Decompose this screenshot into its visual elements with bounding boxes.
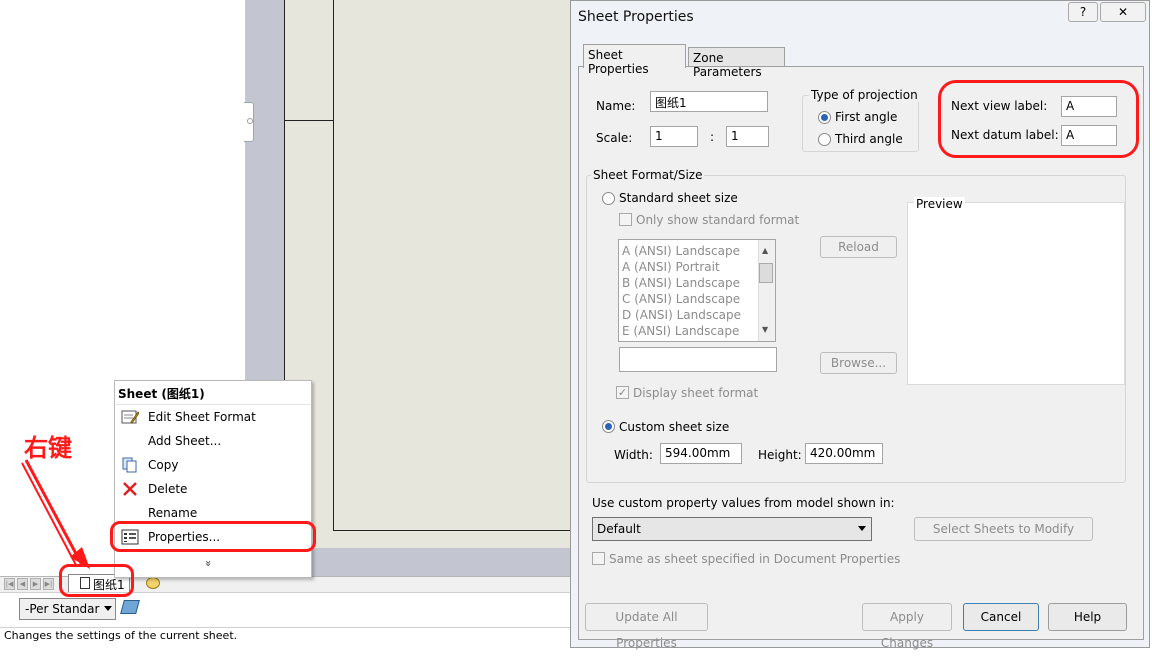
preview-area — [907, 202, 1125, 385]
delete-icon — [123, 482, 137, 496]
width-field[interactable]: 594.00mm — [660, 443, 742, 464]
apply-changes-button[interactable]: Apply Changes — [862, 603, 952, 650]
menu-item-rename[interactable]: Rename — [148, 506, 197, 520]
scroll-thumb[interactable] — [759, 263, 773, 283]
height-label: Height: — [758, 448, 802, 462]
same-as-doc-checkbox[interactable] — [592, 552, 605, 565]
display-format-checkbox[interactable]: ✓ — [616, 386, 629, 399]
update-all-button[interactable]: Update All Properties — [585, 603, 708, 650]
scale-select-value: -Per Standar — [25, 602, 100, 616]
select-sheets-button[interactable]: Select Sheets to Modify — [914, 517, 1093, 541]
chevron-down-icon — [858, 526, 866, 531]
status-text: Changes the settings of the current shee… — [4, 629, 238, 642]
projection-group-label: Type of projection — [809, 88, 920, 102]
custom-size-radio[interactable] — [602, 420, 615, 433]
scroll-up-icon[interactable]: ▲ — [762, 246, 768, 255]
only-standard-checkbox[interactable] — [619, 213, 632, 226]
copy-icon — [122, 457, 137, 473]
expand-menu-icon[interactable]: » — [202, 560, 215, 567]
list-item[interactable]: A (ANSI) Portrait — [622, 260, 720, 274]
scale-select[interactable]: -Per Standar — [19, 598, 116, 620]
cancel-button[interactable]: Cancel — [963, 603, 1039, 631]
reload-button[interactable]: Reload — [820, 236, 897, 258]
first-angle-label: First angle — [835, 110, 898, 124]
scale-separator: : — [710, 130, 715, 144]
edit-sheet-format-icon — [121, 410, 139, 424]
menu-item-copy[interactable]: Copy — [148, 458, 178, 472]
sheet-format-group-label: Sheet Format/Size — [591, 168, 705, 182]
chevron-down-icon — [104, 606, 112, 611]
tab-zone-parameters[interactable]: Zone Parameters — [688, 47, 785, 79]
splitter-grip-icon — [247, 118, 253, 124]
dialog-title: Sheet Properties — [578, 9, 694, 25]
display-format-label: Display sheet format — [633, 386, 759, 400]
standard-size-label: Standard sheet size — [619, 191, 738, 205]
sheet-border-line — [284, 120, 334, 121]
third-angle-label: Third angle — [835, 132, 903, 146]
format-path-field[interactable] — [619, 347, 777, 372]
close-button[interactable]: ✕ — [1100, 2, 1146, 22]
browse-button[interactable]: Browse... — [820, 352, 897, 374]
annotation-arrow — [21, 459, 90, 569]
width-label: Width: — [614, 448, 653, 462]
list-item[interactable]: E (ANSI) Landscape — [622, 324, 739, 338]
scale-label: Scale: — [596, 131, 633, 145]
highlight-next-labels — [938, 80, 1139, 158]
help-button[interactable]: Help — [1048, 603, 1127, 631]
menu-item-add-sheet[interactable]: Add Sheet... — [148, 434, 221, 448]
custom-property-dropdown[interactable]: Default — [592, 517, 872, 541]
name-field[interactable]: 图纸1 — [650, 91, 768, 112]
custom-property-label: Use custom property values from model sh… — [592, 496, 895, 510]
third-angle-radio[interactable] — [818, 133, 831, 146]
preview-label: Preview — [914, 197, 965, 211]
same-as-doc-label: Same as sheet specified in Document Prop… — [609, 552, 901, 566]
list-item[interactable]: A (ANSI) Landscape — [622, 244, 740, 258]
scroll-down-icon[interactable]: ▼ — [762, 325, 768, 334]
scale-denominator-field[interactable]: 1 — [726, 126, 769, 147]
custom-property-value: Default — [597, 522, 641, 536]
highlight-properties — [110, 521, 316, 552]
menu-item-edit-sheet-format[interactable]: Edit Sheet Format — [148, 410, 256, 424]
last-sheet-button[interactable]: ▶| — [43, 578, 54, 590]
name-label: Name: — [596, 99, 636, 113]
only-standard-label: Only show standard format — [636, 213, 800, 227]
tab-sheet-properties[interactable]: Sheet Properties — [583, 44, 686, 76]
prev-sheet-button[interactable]: ◀ — [17, 578, 28, 590]
context-menu-title: Sheet (图纸1) — [118, 387, 205, 401]
list-item[interactable]: C (ANSI) Landscape — [622, 292, 740, 306]
list-item[interactable]: D (ANSI) Landscape — [622, 308, 741, 322]
list-item[interactable]: B (ANSI) Landscape — [622, 276, 740, 290]
first-sheet-button[interactable]: |◀ — [4, 578, 15, 590]
standard-size-radio[interactable] — [602, 192, 615, 205]
height-field[interactable]: 420.00mm — [805, 443, 883, 464]
next-sheet-button[interactable]: ▶ — [30, 578, 41, 590]
menu-item-delete[interactable]: Delete — [148, 482, 187, 496]
first-angle-radio[interactable] — [818, 111, 831, 124]
sheet-frame — [333, 0, 573, 531]
status-bar: Changes the settings of the current shee… — [0, 627, 570, 648]
add-sheet-icon[interactable] — [146, 577, 160, 589]
menu-separator — [116, 404, 310, 405]
scale-numerator-field[interactable]: 1 — [650, 126, 698, 147]
help-title-button[interactable]: ? — [1068, 2, 1098, 22]
custom-size-label: Custom sheet size — [619, 420, 730, 434]
